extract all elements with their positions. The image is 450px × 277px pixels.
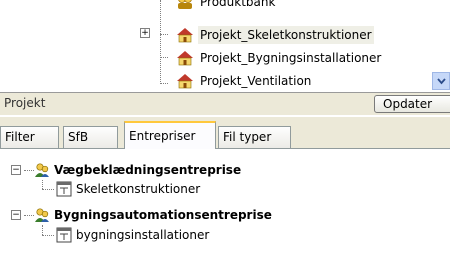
tree-connector: [160, 57, 168, 58]
project-house-icon: [177, 28, 193, 43]
collapse-toggle[interactable]: −: [11, 210, 21, 220]
panel-title: Projekt: [4, 96, 46, 110]
user-group-icon: [35, 163, 49, 177]
tree-connector: [160, 34, 168, 35]
tab-filter[interactable]: Filter: [0, 126, 59, 148]
group-icon: [178, 0, 192, 9]
tree-connector: [24, 170, 34, 171]
project-house-icon: [177, 51, 193, 66]
update-button[interactable]: Opdater: [374, 95, 450, 113]
form-icon: [56, 227, 72, 243]
tab-strip: Filter SfB Entrepriser Fil typer: [0, 117, 450, 149]
tree-connector: [42, 180, 43, 189]
panel-header: Projekt Opdater: [0, 93, 450, 115]
tree-connector: [42, 189, 54, 190]
scroll-down-button[interactable]: [432, 72, 450, 90]
tree-connector: [160, 83, 168, 84]
project-house-icon: [177, 74, 193, 89]
tree-connector: [42, 235, 54, 236]
expand-toggle[interactable]: +: [140, 28, 150, 38]
tree-connector: [160, 0, 161, 84]
tab-entrepriser[interactable]: Entrepriser: [124, 121, 216, 149]
entrepriser-tree[interactable]: − Vægbeklædningsentreprise Skeletkonstru…: [0, 149, 450, 277]
tab-fil-typer[interactable]: Fil typer: [218, 126, 291, 148]
collapse-toggle[interactable]: −: [11, 165, 21, 175]
tree-connector: [24, 215, 34, 216]
project-tree-pane[interactable]: Produktbank + Projekt_Skeletkonstruktion…: [0, 0, 450, 93]
user-group-icon: [35, 208, 49, 222]
tab-sfb[interactable]: SfB: [63, 126, 118, 148]
tree-connector: [42, 225, 43, 235]
scroll-down-icon: [437, 78, 446, 85]
form-icon: [56, 181, 72, 197]
